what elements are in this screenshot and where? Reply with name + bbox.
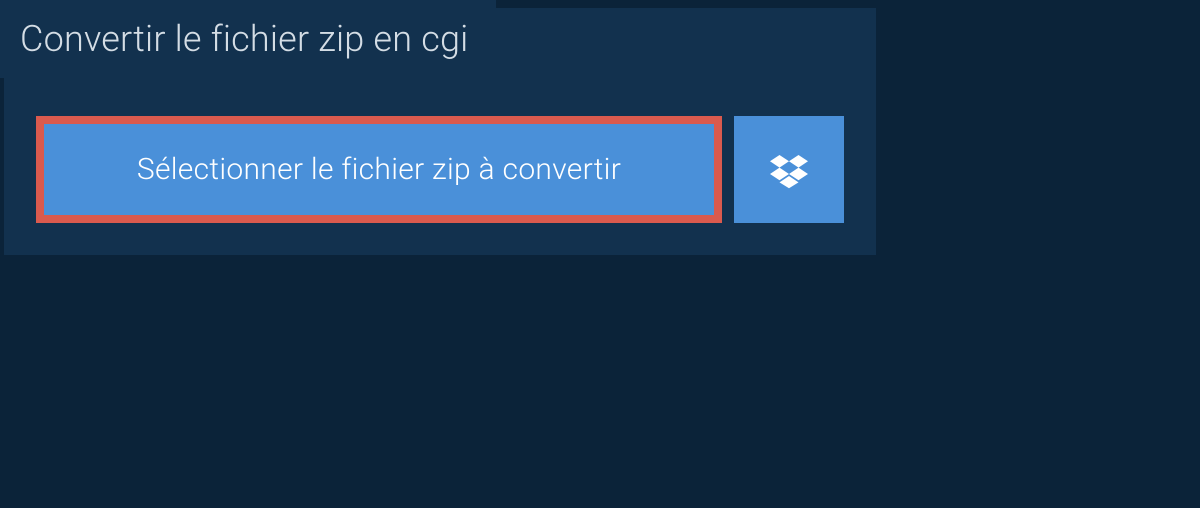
converter-card: Convertir le fichier zip en cgi Sélectio…	[4, 8, 876, 255]
dropbox-button[interactable]	[734, 116, 844, 223]
select-file-label: Sélectionner le fichier zip à convertir	[137, 152, 621, 187]
button-row: Sélectionner le fichier zip à convertir	[36, 116, 844, 223]
dropbox-icon	[770, 151, 808, 189]
title-bar: Convertir le fichier zip en cgi	[0, 0, 496, 78]
page-title: Convertir le fichier zip en cgi	[20, 18, 468, 60]
select-file-button[interactable]: Sélectionner le fichier zip à convertir	[36, 116, 722, 223]
